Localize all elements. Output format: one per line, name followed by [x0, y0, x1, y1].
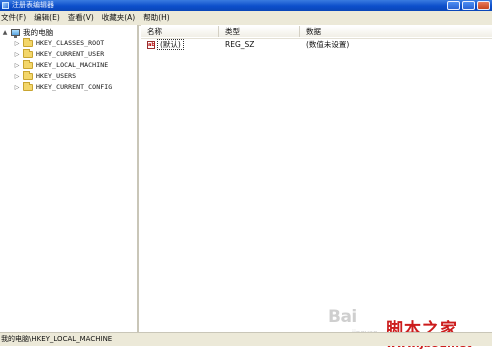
- column-header-type[interactable]: 类型: [219, 26, 300, 37]
- folder-icon: [23, 70, 33, 80]
- tree-item-label: HKEY_CURRENT_CONFIG: [36, 83, 113, 91]
- folder-icon: [23, 37, 33, 47]
- menu-bar: 文件(F) 编辑(E) 查看(V) 收藏夹(A) 帮助(H): [0, 11, 492, 26]
- menu-edit[interactable]: 编辑(E): [30, 11, 64, 25]
- column-header-data[interactable]: 数据: [300, 26, 492, 37]
- expand-icon[interactable]: ▷: [14, 51, 20, 58]
- ab-string-icon: ab: [147, 41, 155, 49]
- minimize-button[interactable]: [447, 1, 460, 10]
- column-headers: 名称 类型 数据: [141, 25, 492, 39]
- title-bar: 注册表编辑器: [0, 0, 492, 11]
- tree-root[interactable]: ▲ 我的电脑: [2, 27, 54, 38]
- folder-icon: [23, 81, 33, 91]
- tree-root-label: 我的电脑: [23, 27, 54, 37]
- tree-item-hkey-current-config[interactable]: ▷ HKEY_CURRENT_CONFIG: [14, 81, 113, 92]
- expand-icon[interactable]: ▷: [14, 73, 20, 80]
- value-row[interactable]: ab (默认) REG_SZ (数值未设置): [141, 39, 492, 50]
- expand-icon[interactable]: ▷: [14, 84, 20, 91]
- expand-icon[interactable]: ▷: [14, 40, 20, 47]
- tree-item-hkey-users[interactable]: ▷ HKEY_USERS: [14, 70, 77, 81]
- value-list-pane[interactable]: 名称 类型 数据 ab (默认) REG_SZ (数值未设置) Bai jing…: [141, 25, 492, 350]
- folder-icon: [23, 48, 33, 58]
- value-name-label: (默认): [157, 39, 184, 50]
- maximize-button[interactable]: [462, 1, 475, 10]
- menu-favorites[interactable]: 收藏夹(A): [98, 11, 139, 25]
- value-name: (默认): [157, 39, 184, 50]
- expand-icon[interactable]: ▷: [14, 62, 20, 69]
- window-title: 注册表编辑器: [12, 1, 54, 9]
- tree-item-label: HKEY_CLASSES_ROOT: [36, 39, 105, 47]
- baidu-watermark: Bai: [328, 307, 357, 327]
- close-button[interactable]: [477, 1, 490, 10]
- status-bar: 我的电脑\HKEY_LOCAL_MACHINE: [0, 332, 492, 346]
- folder-icon: [23, 59, 33, 69]
- tree-item-hkey-local-machine[interactable]: ▷ HKEY_LOCAL_MACHINE: [14, 59, 109, 70]
- value-data: (数值未设置): [306, 40, 350, 49]
- tree-item-label: HKEY_USERS: [36, 72, 77, 80]
- menu-help[interactable]: 帮助(H): [139, 11, 174, 25]
- collapse-icon[interactable]: ▲: [2, 29, 8, 36]
- key-tree-pane[interactable]: ▲ 我的电脑 ▷ HKEY_CLASSES_ROOT ▷ HKEY_CURREN…: [0, 25, 139, 332]
- tree-item-label: HKEY_LOCAL_MACHINE: [36, 61, 109, 69]
- column-header-name[interactable]: 名称: [141, 26, 219, 37]
- registry-editor-icon: [2, 2, 9, 9]
- computer-icon: [11, 28, 20, 38]
- menu-file[interactable]: 文件(F): [0, 11, 30, 25]
- menu-view[interactable]: 查看(V): [64, 11, 98, 25]
- status-path: 我的电脑\HKEY_LOCAL_MACHINE: [1, 335, 113, 343]
- tree-item-hkey-classes-root[interactable]: ▷ HKEY_CLASSES_ROOT: [14, 37, 105, 48]
- tree-item-label: HKEY_CURRENT_USER: [36, 50, 105, 58]
- tree-item-hkey-current-user[interactable]: ▷ HKEY_CURRENT_USER: [14, 48, 105, 59]
- value-type: REG_SZ: [225, 40, 255, 49]
